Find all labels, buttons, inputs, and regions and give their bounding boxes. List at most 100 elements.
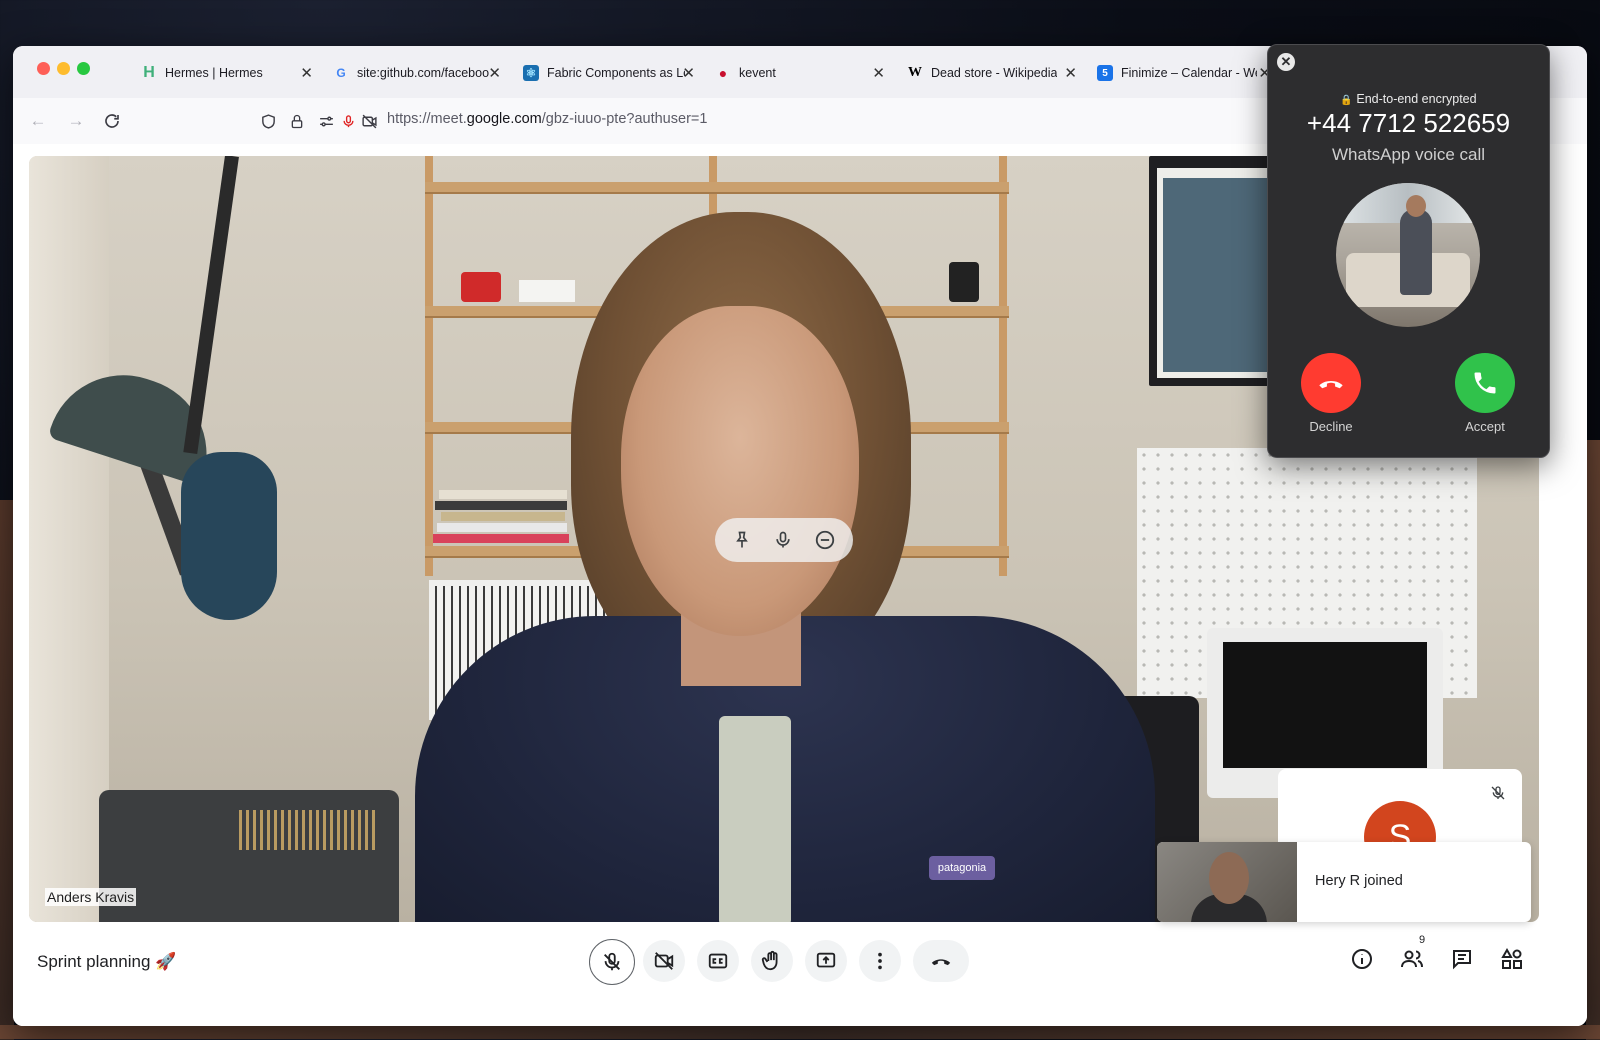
tab-title: Finimize – Calendar - We xyxy=(1121,66,1257,80)
call-type-label: WhatsApp voice call xyxy=(1331,145,1486,164)
participant-shirt xyxy=(719,716,791,922)
guitar-neck xyxy=(183,156,239,455)
tab-dead-store-wikipedia[interactable]: W Dead store - Wikipedia ✕ xyxy=(907,54,1083,92)
camera-blocked-icon[interactable] xyxy=(358,110,380,132)
joined-participant-thumbnail xyxy=(1157,842,1297,922)
desktop-wallpaper-right xyxy=(1586,440,1600,1040)
tab-title: Dead store - Wikipedia xyxy=(931,66,1058,80)
window-zoom-button[interactable] xyxy=(77,62,90,75)
tab-close-icon[interactable]: ✕ xyxy=(872,64,885,82)
tab-hermes[interactable]: H Hermes | Hermes ✕ xyxy=(141,54,319,92)
hang-up-icon xyxy=(931,959,951,966)
captions-icon xyxy=(708,953,728,969)
mic-off-icon xyxy=(604,952,620,971)
leave-call-button[interactable] xyxy=(913,940,969,982)
accept-label: Accept xyxy=(1465,419,1505,434)
shelf-post xyxy=(425,156,433,576)
raise-hand-button[interactable] xyxy=(751,940,793,982)
toast-text: Hery R joined xyxy=(1315,873,1403,889)
desktop-wallpaper-left xyxy=(0,500,14,1040)
lock-icon[interactable] xyxy=(286,110,308,132)
tab-fabric-components[interactable]: ⚛ Fabric Components as Le ✕ xyxy=(523,54,701,92)
book xyxy=(433,534,569,543)
mug xyxy=(949,262,979,302)
back-arrow-icon[interactable]: ← xyxy=(27,110,49,132)
activities-icon xyxy=(1501,947,1522,969)
tracking-protection-shield-icon[interactable] xyxy=(257,110,279,132)
window-close-button[interactable] xyxy=(37,62,50,75)
hang-up-icon xyxy=(1319,380,1343,389)
lock-icon: 🔒 xyxy=(1340,95,1353,106)
tab-title: site:github.com/faceboo xyxy=(357,66,490,80)
present-icon xyxy=(816,952,836,968)
meeting-title: Sprint planning 🚀 xyxy=(37,952,177,971)
decline-call-button[interactable] xyxy=(1301,353,1361,413)
participant-name-label: Anders Kravis xyxy=(45,888,137,906)
info-icon xyxy=(1352,949,1372,969)
shelf-post xyxy=(999,156,1007,576)
pin-icon[interactable] xyxy=(732,530,752,550)
guitar xyxy=(181,452,277,620)
hermes-favicon-icon: H xyxy=(143,64,155,81)
mute-participant-icon[interactable] xyxy=(773,530,793,550)
hand-icon xyxy=(761,950,778,971)
react-favicon-icon: ⚛ xyxy=(523,65,539,81)
tab-close-icon[interactable]: ✕ xyxy=(300,64,313,82)
whatsapp-incoming-call-popup: ✕ 🔒 End-to-end encrypted +44 7712 522659… xyxy=(1267,44,1550,458)
book xyxy=(435,501,567,510)
google-favicon-icon: G xyxy=(336,66,346,80)
url-path: /gbz-iuuo-pte?authuser=1 xyxy=(541,111,708,127)
tab-title: kevent xyxy=(739,66,776,80)
meeting-details-button[interactable] xyxy=(1347,944,1377,974)
url-bar[interactable]: https://meet.google.com/gbz-iuuo-pte?aut… xyxy=(387,111,707,127)
people-button[interactable] xyxy=(1397,944,1427,974)
close-icon[interactable]: ✕ xyxy=(1277,53,1295,71)
tab-close-icon[interactable]: ✕ xyxy=(488,64,501,82)
book xyxy=(437,523,567,532)
url-prefix: https://meet. xyxy=(387,111,467,127)
tab-github-search[interactable]: G site:github.com/faceboo ✕ xyxy=(333,54,507,92)
caller-number: +44 7712 522659 xyxy=(1306,108,1511,138)
tile-hover-controls xyxy=(715,518,853,562)
participant-joined-toast: Hery R joined xyxy=(1157,842,1531,922)
people-icon xyxy=(1401,950,1423,968)
reload-icon[interactable] xyxy=(101,110,123,132)
forward-arrow-icon[interactable]: → xyxy=(65,110,87,132)
tab-title: Fabric Components as Le xyxy=(547,66,685,80)
book xyxy=(439,490,567,499)
muted-mic-icon xyxy=(1490,785,1506,806)
present-screen-button[interactable] xyxy=(805,940,847,982)
amplifier xyxy=(99,790,399,922)
people-count-badge: 9 xyxy=(1419,934,1426,946)
microphone-toggle-button[interactable] xyxy=(589,939,635,985)
window-minimize-button[interactable] xyxy=(57,62,70,75)
accept-call-button[interactable] xyxy=(1455,353,1515,413)
jacket-logo: patagonia xyxy=(929,856,995,880)
red-clock xyxy=(461,272,501,302)
decline-label: Decline xyxy=(1309,419,1353,434)
tab-title: Hermes | Hermes xyxy=(165,66,263,80)
activities-button[interactable] xyxy=(1497,944,1527,974)
microphone-active-icon[interactable] xyxy=(337,110,359,132)
curtain xyxy=(29,156,109,922)
white-box xyxy=(519,280,575,302)
remove-participant-icon[interactable] xyxy=(814,529,836,551)
tab-kevent[interactable]: ● kevent ✕ xyxy=(715,54,891,92)
permissions-icon[interactable] xyxy=(315,110,337,132)
kevent-favicon-icon: ● xyxy=(718,65,728,81)
more-options-button[interactable] xyxy=(859,940,901,982)
caller-avatar xyxy=(1336,183,1480,327)
book xyxy=(441,512,565,521)
captions-button[interactable] xyxy=(697,940,739,982)
chat-icon xyxy=(1453,950,1471,970)
camera-toggle-button[interactable] xyxy=(643,940,685,982)
tab-close-icon[interactable]: ✕ xyxy=(1064,64,1077,82)
encryption-label: 🔒 End-to-end encrypted xyxy=(1340,92,1477,106)
shelf xyxy=(425,182,1009,194)
more-vertical-icon xyxy=(878,952,882,970)
tab-finimize-calendar[interactable]: 5 Finimize – Calendar - We ✕ xyxy=(1097,54,1271,92)
camera-off-icon xyxy=(654,952,674,970)
tab-close-icon[interactable]: ✕ xyxy=(682,64,695,82)
chat-button[interactable] xyxy=(1447,944,1477,974)
wikipedia-favicon-icon: W xyxy=(908,65,922,80)
